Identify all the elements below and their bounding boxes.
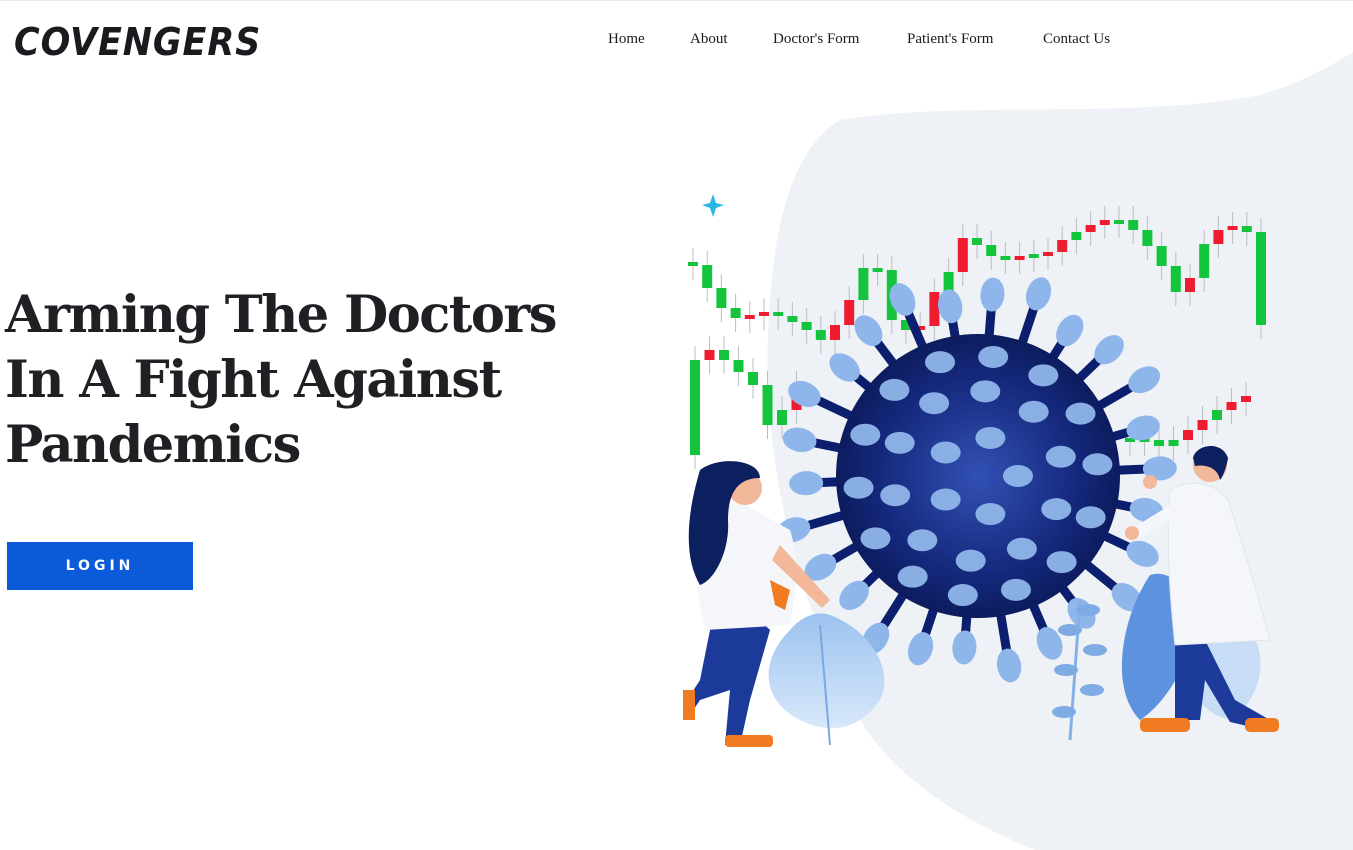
hero-title-line-2: In A Fight Against — [5, 350, 502, 410]
man-scientist — [1125, 445, 1279, 732]
nav-doctors-form[interactable]: Doctor's Form — [773, 31, 859, 48]
top-border — [0, 0, 1353, 1]
nav-about[interactable]: About — [690, 31, 728, 48]
hero-title: Arming The Doctors In A Fight Against Pa… — [5, 283, 557, 478]
leaf-right — [1052, 573, 1261, 741]
leaf-left — [768, 613, 885, 746]
background-blob — [767, 52, 1353, 850]
nav-home[interactable]: Home — [608, 31, 645, 48]
sparkle-icon — [702, 194, 724, 217]
virus-spikes — [776, 277, 1177, 683]
woman-scientist — [683, 461, 830, 747]
main-nav: Home About Doctor's Form Patient's Form … — [0, 31, 1353, 55]
hero-title-line-3: Pandemics — [5, 415, 301, 475]
hero-title-line-1: Arming The Doctors — [5, 285, 557, 345]
virus-spots — [843, 345, 1113, 607]
login-button[interactable]: LOGIN — [7, 542, 193, 590]
candlestick-chart — [688, 206, 1266, 469]
virus-graphic — [776, 277, 1177, 683]
nav-contact-us[interactable]: Contact Us — [1043, 31, 1110, 48]
nav-patients-form[interactable]: Patient's Form — [907, 31, 993, 48]
